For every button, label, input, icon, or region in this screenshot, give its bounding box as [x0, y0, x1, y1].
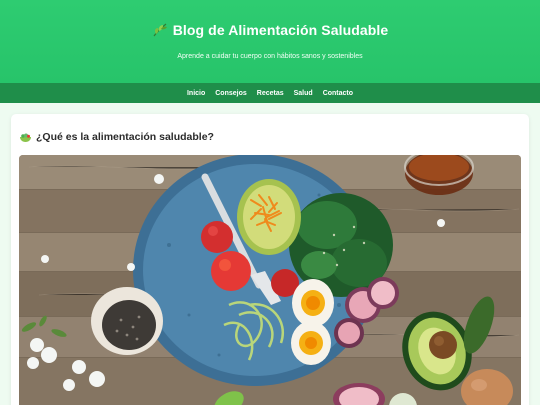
nav-item-contacto[interactable]: Contacto [323, 90, 353, 97]
nav-item-salud[interactable]: Salud [294, 90, 313, 97]
article-card: ¿Qué es la alimentación saludable? [11, 114, 529, 405]
salad-bowl-icon [20, 133, 31, 142]
healthy-food-photo [19, 155, 521, 405]
site-subtitle: Aprende a cuidar tu cuerpo con hábitos s… [177, 53, 363, 60]
site-title-text: Blog de Alimentación Saludable [172, 22, 389, 38]
herb-leaf-icon [153, 23, 167, 37]
article-heading: ¿Qué es la alimentación saludable? [19, 131, 214, 143]
nav-item-recetas[interactable]: Recetas [257, 90, 284, 97]
pepper-bowl [91, 287, 163, 355]
site-header: Blog de Alimentación Saludable Aprende a… [0, 0, 540, 83]
site-title: Blog de Alimentación Saludable [0, 22, 540, 38]
nav-item-inicio[interactable]: Inicio [187, 90, 205, 97]
main-nav: Inicio Consejos Recetas Salud Contacto [0, 83, 540, 103]
article-title: ¿Qué es la alimentación saludable? [36, 131, 214, 143]
nav-item-consejos[interactable]: Consejos [215, 90, 247, 97]
